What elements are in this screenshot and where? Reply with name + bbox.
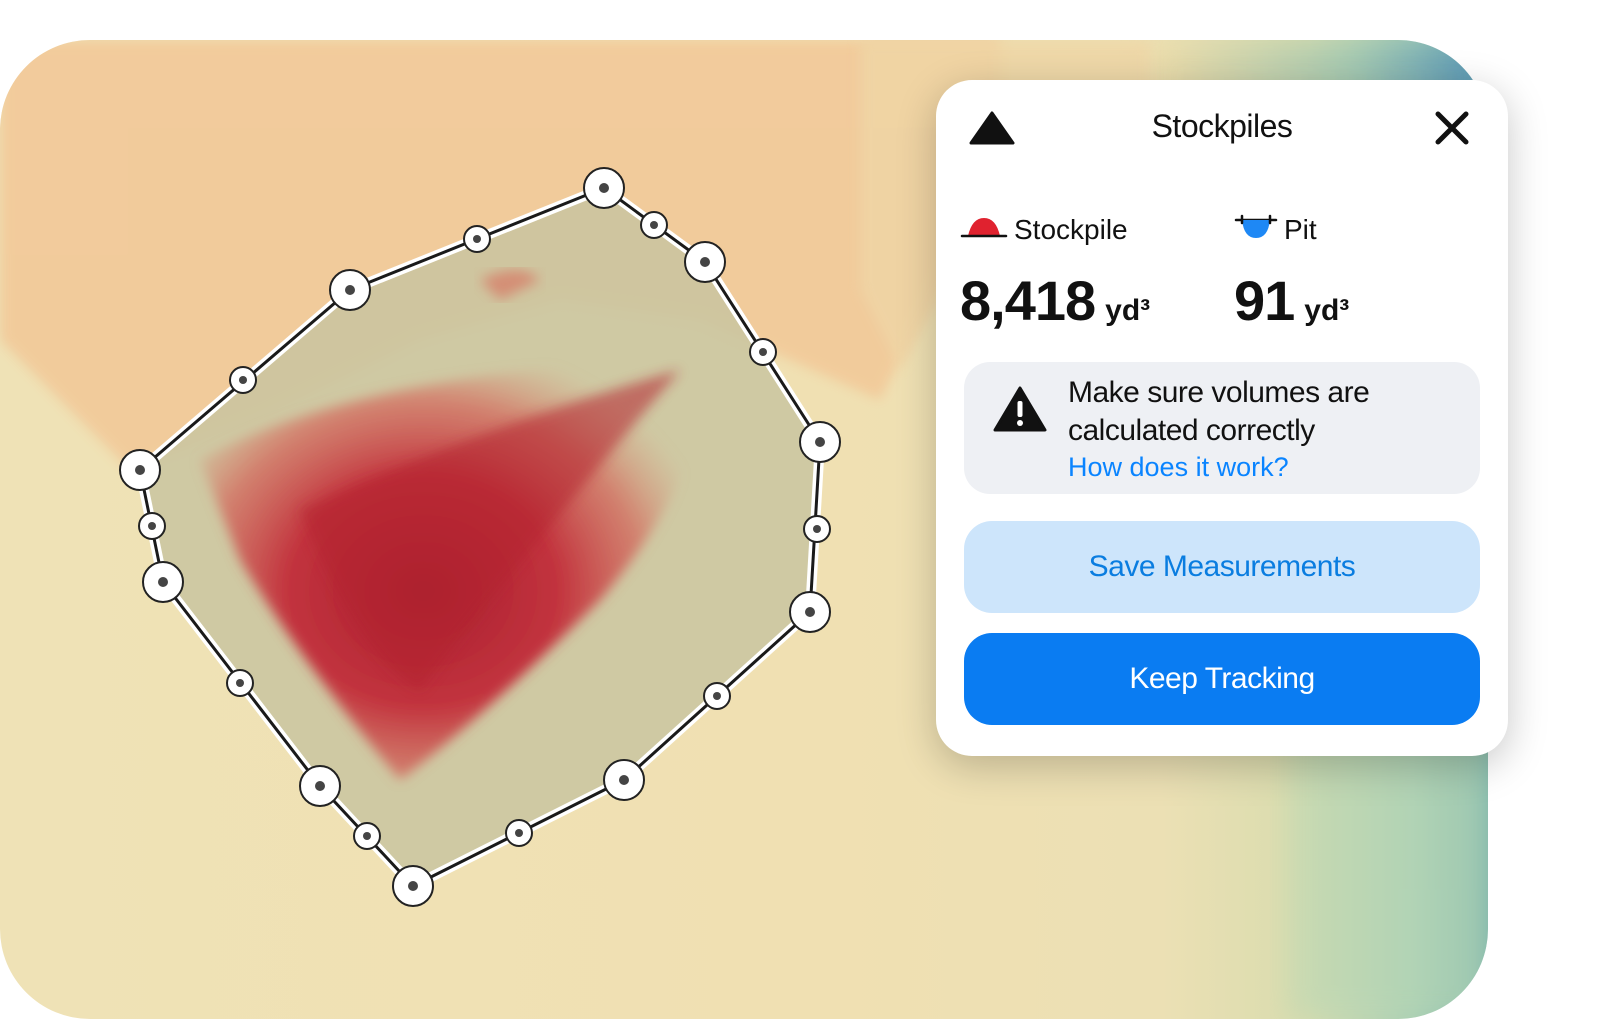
pit-unit: yd³ [1304,294,1350,327]
stockpiles-panel: Stockpiles Stockpile 8,418 yd³ Pit 91 yd… [936,80,1508,756]
midpoint-handle[interactable] [353,822,381,850]
how-does-it-work-link[interactable]: How does it work? [1068,452,1289,483]
vertex-handle[interactable] [119,449,161,491]
stockpile-volume: 8,418 [960,269,1096,332]
vertex-handle[interactable] [142,561,184,603]
stockpile-unit: yd³ [1105,294,1151,327]
warning-line-1: Make sure volumes are [1068,376,1370,409]
save-measurements-button[interactable]: Save Measurements [964,521,1480,613]
midpoint-handle[interactable] [703,682,731,710]
midpoint-handle[interactable] [749,338,777,366]
keep-tracking-button[interactable]: Keep Tracking [964,633,1480,725]
stockpile-label: Stockpile [1014,214,1128,245]
pit-volume: 91 [1234,269,1295,332]
pit-metric: Pit 91 yd³ [1234,210,1349,333]
midpoint-handle[interactable] [229,366,257,394]
midpoint-handle[interactable] [463,225,491,253]
pit-bowl-icon [1234,214,1278,238]
close-icon[interactable] [1430,106,1474,150]
midpoint-handle[interactable] [226,669,254,697]
panel-title: Stockpiles [1151,108,1293,144]
midpoint-handle[interactable] [138,512,166,540]
vertex-handle[interactable] [392,865,434,907]
vertex-handle[interactable] [799,421,841,463]
stockpile-mound-icon [960,218,1008,238]
vertex-handle[interactable] [299,765,341,807]
warning-line-2: calculated correctly [1068,414,1315,447]
vertex-handle[interactable] [603,759,645,801]
vertex-handle[interactable] [583,167,625,209]
midpoint-handle[interactable] [505,819,533,847]
stockpile-metric: Stockpile 8,418 yd³ [960,210,1150,333]
warning-message: Make sure volumes are calculated correct… [1068,374,1468,450]
vertex-handle[interactable] [789,591,831,633]
midpoint-handle[interactable] [803,515,831,543]
volume-warning: Make sure volumes are calculated correct… [964,362,1480,494]
vertex-handle[interactable] [684,241,726,283]
pit-label: Pit [1284,214,1317,245]
midpoint-handle[interactable] [640,211,668,239]
warning-icon [993,386,1047,432]
vertex-handle[interactable] [329,269,371,311]
